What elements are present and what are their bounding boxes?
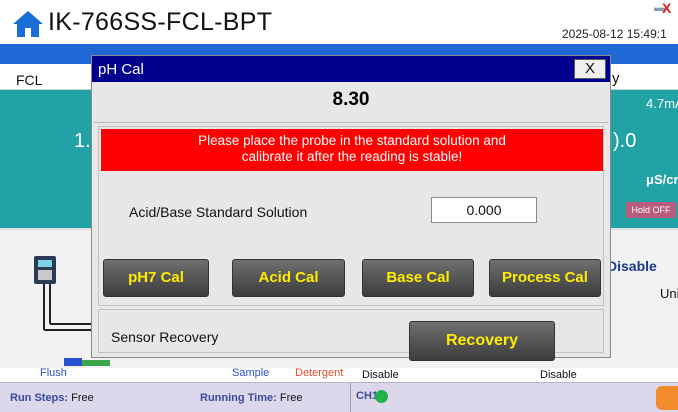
right-unit-label: Uni	[660, 286, 678, 301]
acid-cal-button[interactable]: Acid Cal	[232, 259, 345, 297]
app-title: IK-766SS-FCL-BPT	[48, 8, 273, 36]
tab-fcl[interactable]: FCL	[16, 72, 42, 88]
status-bar	[0, 382, 678, 412]
run-steps-label: Run Steps:	[10, 392, 69, 404]
conductivity-unit: μS/cr	[646, 172, 678, 187]
recovery-button[interactable]: Recovery	[409, 321, 555, 361]
warning-line-1: Please place the probe in the standard s…	[198, 133, 506, 148]
datetime-display: 2025-08-12 15:49:1	[562, 27, 667, 41]
status-divider	[350, 383, 351, 412]
disable-status-b: Disable	[540, 369, 577, 381]
reading-divider	[94, 122, 608, 123]
home-icon[interactable]	[12, 10, 44, 38]
running-time-status: Running Time: Free	[200, 392, 302, 404]
detergent-label: Detergent	[295, 367, 344, 379]
warning-banner: Please place the probe in the standard s…	[101, 129, 603, 171]
ph-cal-dialog: pH Cal X 8.30 Please place the probe in …	[91, 55, 611, 361]
tab-right-label[interactable]: y	[612, 70, 620, 87]
ph-reading: 8.30	[332, 89, 370, 110]
right-disable-status: Disable	[607, 258, 657, 274]
process-cal-button[interactable]: Process Cal	[489, 259, 601, 297]
run-steps-value: Free	[71, 392, 94, 404]
sample-label: Sample	[232, 367, 270, 379]
measurement-left-value: 1.	[74, 130, 91, 152]
ph7-cal-button[interactable]: pH7 Cal	[103, 259, 209, 297]
running-time-value: Free	[279, 392, 303, 404]
close-icon[interactable]: X	[662, 0, 671, 16]
current-output-value: 4.7mA	[646, 96, 678, 111]
dialog-title-bar: pH Cal X	[92, 56, 610, 82]
status-dot-icon	[375, 390, 388, 403]
standard-solution-label: Acid/Base Standard Solution	[129, 204, 308, 220]
measurement-right-value: ).0	[613, 130, 637, 152]
hold-off-button[interactable]: Hold OFF	[626, 202, 676, 218]
base-cal-button[interactable]: Base Cal	[362, 259, 474, 297]
dialog-title: pH Cal	[98, 61, 144, 78]
dialog-close-button[interactable]: X	[574, 59, 606, 79]
flush-label: Flush	[40, 367, 67, 379]
app-window: IK-766SS-FCL-BPT ▬ X 2025-08-12 15:49:1 …	[0, 0, 678, 412]
running-time-label: Running Time:	[200, 392, 277, 404]
sensor-recovery-label: Sensor Recovery	[111, 329, 219, 345]
warning-line-2: calibrate it after the reading is stable…	[241, 149, 463, 164]
calibration-panel: Please place the probe in the standard s…	[98, 126, 604, 306]
sensor-recovery-panel: Sensor Recovery Recovery	[98, 309, 604, 361]
trend-icon[interactable]	[656, 386, 678, 410]
disable-status-a: Disable	[362, 369, 399, 381]
standard-solution-input[interactable]	[431, 197, 537, 223]
run-steps-status: Run Steps: Free	[10, 392, 94, 404]
